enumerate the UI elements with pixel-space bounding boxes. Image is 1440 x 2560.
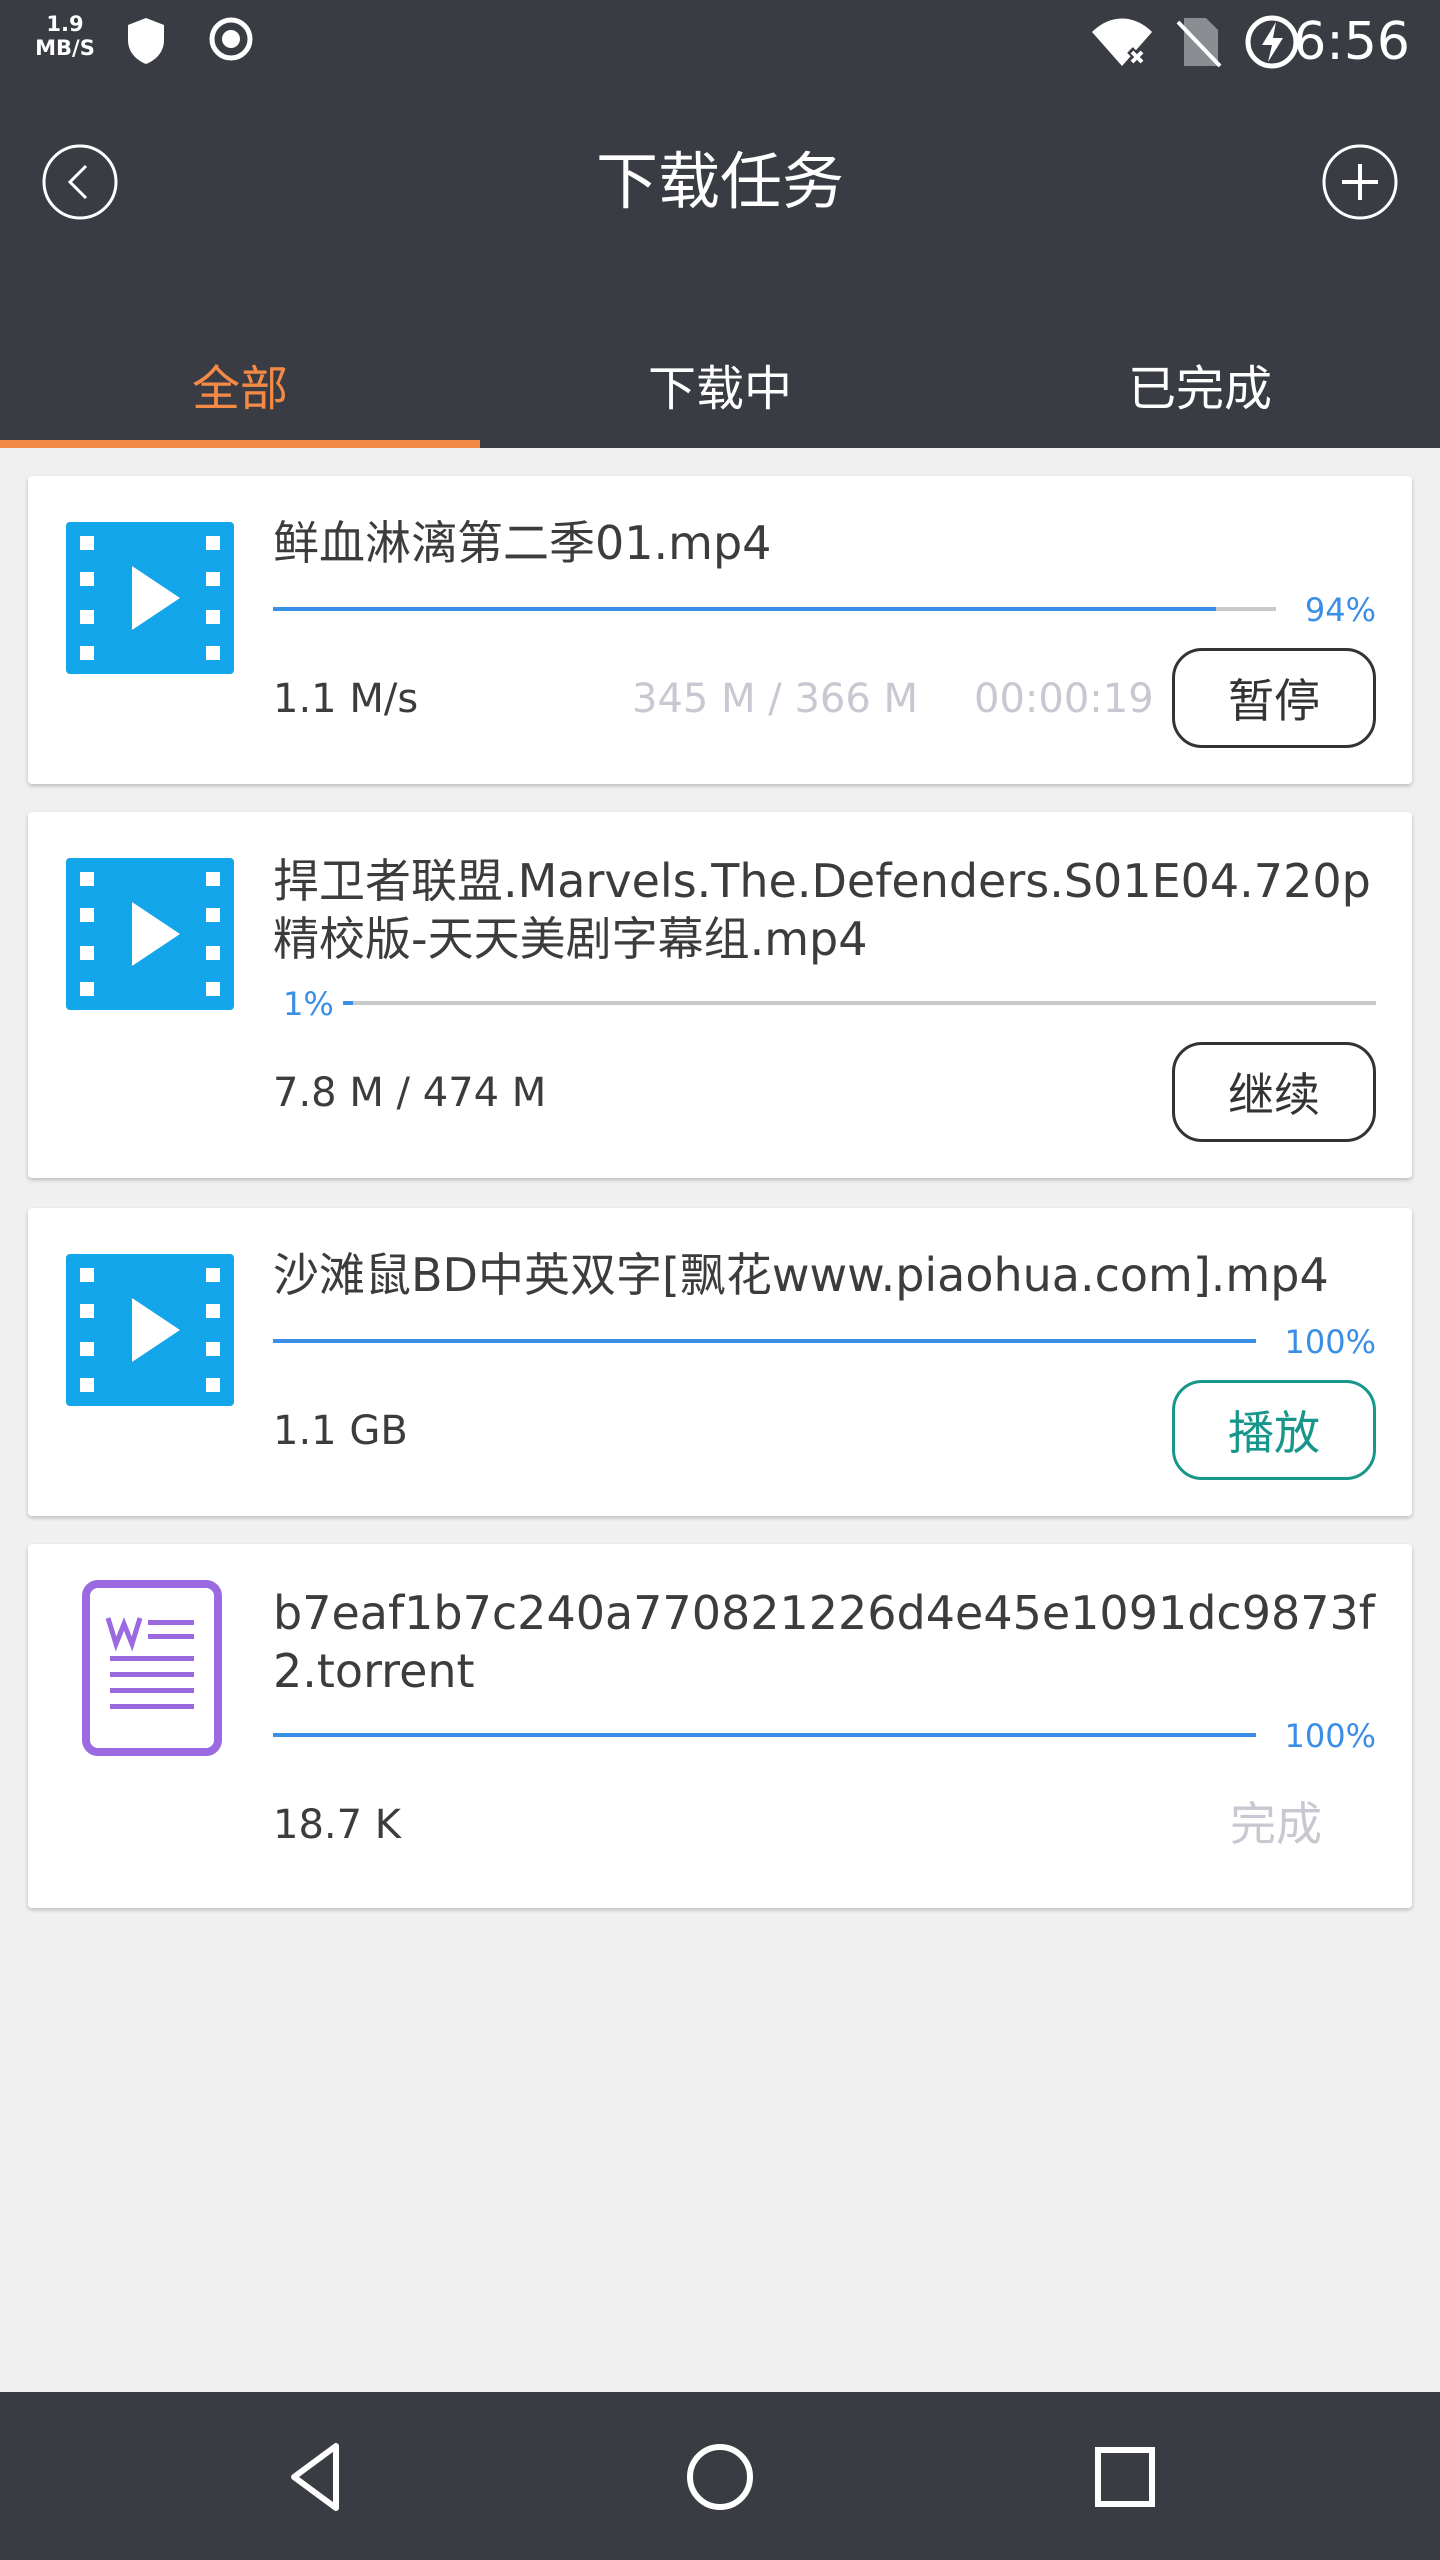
file-name: 沙滩鼠BD中英双字[飘花www.piaohua.com].mp4 [273, 1248, 1329, 1302]
record-icon [209, 17, 253, 61]
download-task-card[interactable]: 捍卫者联盟.Marvels.The.Defenders.S01E04.720p精… [28, 812, 1412, 1178]
clock: 6:56 [1293, 12, 1410, 72]
download-task-card[interactable]: b7eaf1b7c240a770821226d4e45e1091dc9873f2… [28, 1544, 1412, 1908]
status-bar: 1.9 MB/S 6:56 [0, 0, 1440, 84]
video-file-icon [66, 858, 234, 1010]
progress-percent: 100% [1284, 1323, 1376, 1361]
progress-track [273, 1339, 1256, 1343]
file-name: 捍卫者联盟.Marvels.The.Defenders.S01E04.720p精… [273, 854, 1371, 966]
recents-square-icon[interactable] [1080, 2432, 1170, 2522]
net-speed-value: 1.9 [46, 12, 84, 36]
wifi-icon [1092, 18, 1152, 67]
tab-all[interactable]: 全部 [0, 320, 480, 448]
download-speed: 1.1 M/s [273, 676, 419, 722]
progress-fill [273, 1733, 1256, 1737]
play-button[interactable]: 播放 [1172, 1380, 1376, 1480]
pause-button[interactable]: 暂停 [1172, 648, 1376, 748]
file-size: 1.1 GB [273, 1408, 408, 1454]
no-sim-icon [1176, 18, 1222, 68]
download-size: 345 M / 366 M [632, 676, 919, 722]
app-root: 1.9 MB/S 6:56 下载任务 全部 下载中 已完成 鲜血淋漓第二季01.… [0, 0, 1440, 2560]
progress-fill [273, 607, 1216, 611]
progress-percent: 94% [1304, 591, 1376, 629]
progress-track [273, 1733, 1256, 1737]
progress-bar: 94% [273, 590, 1376, 630]
page-title: 下载任务 [595, 145, 844, 218]
time-remaining: 00:00:19 [974, 676, 1154, 722]
file-size: 18.7 K [273, 1802, 402, 1848]
system-nav-bar [0, 2392, 1440, 2560]
video-file-icon [66, 522, 234, 674]
progress-percent: 1% [283, 985, 334, 1023]
tab-downloading[interactable]: 下载中 [480, 320, 960, 448]
tab-completed[interactable]: 已完成 [960, 320, 1440, 448]
progress-bar: 100% [273, 1716, 1376, 1756]
download-size: 7.8 M / 474 M [273, 1070, 547, 1116]
file-name: 鲜血淋漓第二季01.mp4 [273, 516, 772, 570]
back-triangle-icon[interactable] [274, 2432, 364, 2522]
progress-track [343, 1001, 1376, 1005]
completed-label: 完成 [1230, 1797, 1322, 1851]
progress-track [273, 607, 1276, 611]
battery-charging-icon [1245, 15, 1299, 69]
file-name: b7eaf1b7c240a770821226d4e45e1091dc9873f2… [273, 1586, 1375, 1698]
home-circle-icon[interactable] [675, 2432, 765, 2522]
download-task-card[interactable]: 鲜血淋漓第二季01.mp4 94% 1.1 M/s 345 M / 366 M … [28, 476, 1412, 784]
resume-button[interactable]: 继续 [1172, 1042, 1376, 1142]
app-bar: 下载任务 全部 下载中 已完成 [0, 84, 1440, 448]
add-circle-icon[interactable] [1320, 142, 1400, 222]
document-file-icon [82, 1580, 222, 1756]
net-speed-unit: MB/S [35, 36, 95, 60]
progress-bar: 100% [273, 1322, 1376, 1362]
download-task-card[interactable]: 沙滩鼠BD中英双字[飘花www.piaohua.com].mp4 100% 1.… [28, 1208, 1412, 1516]
progress-bar: 1% [273, 984, 1376, 1024]
progress-percent: 100% [1284, 1717, 1376, 1755]
tab-bar: 全部 下载中 已完成 [0, 320, 1440, 448]
video-file-icon [66, 1254, 234, 1406]
net-speed-indicator: 1.9 MB/S [30, 12, 100, 60]
progress-fill [343, 1001, 354, 1005]
progress-fill [273, 1339, 1256, 1343]
shield-icon [128, 18, 164, 64]
